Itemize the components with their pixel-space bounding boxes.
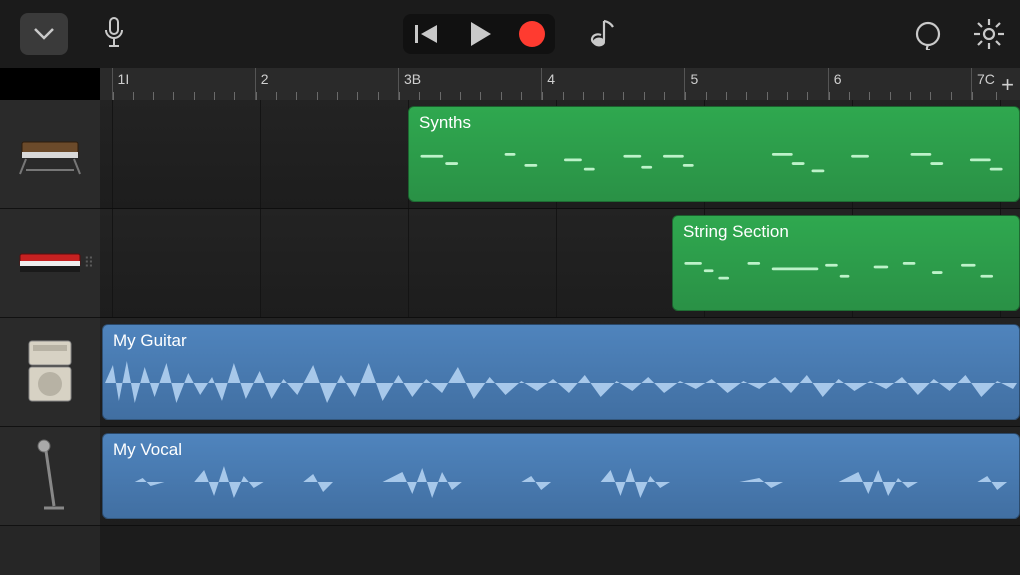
midi-notes-preview bbox=[681, 256, 1011, 302]
track-lane[interactable]: Synths bbox=[100, 100, 1020, 209]
waveform-preview bbox=[105, 353, 1017, 413]
track-header-vocal[interactable] bbox=[0, 427, 100, 526]
region-title: String Section bbox=[683, 222, 1009, 242]
track-lane[interactable]: My Vocal bbox=[100, 427, 1020, 526]
audio-region-vocal[interactable]: My Vocal bbox=[102, 433, 1020, 519]
track-header-synths[interactable] bbox=[0, 100, 100, 209]
ruler-marker: 5 bbox=[690, 71, 698, 87]
midi-region-strings[interactable]: String Section bbox=[672, 215, 1020, 311]
ruler-marker: 1I bbox=[118, 71, 130, 87]
note-icon[interactable] bbox=[589, 17, 617, 51]
ruler-marker: 2 bbox=[261, 71, 269, 87]
guitar-amp-icon bbox=[23, 337, 77, 407]
track-lanes: Synths String Section bbox=[100, 100, 1020, 575]
add-track-button[interactable]: + bbox=[1001, 72, 1014, 98]
timeline-ruler[interactable]: 1I 2 3B 4 5 6 7C + bbox=[100, 68, 1020, 101]
rewind-icon[interactable] bbox=[413, 22, 441, 46]
loop-icon[interactable] bbox=[912, 18, 944, 50]
ruler-marker: 6 bbox=[834, 71, 842, 87]
record-icon bbox=[519, 21, 545, 47]
toolbar-right bbox=[912, 17, 1006, 51]
track-lane[interactable]: String Section bbox=[100, 209, 1020, 318]
midi-notes-preview bbox=[417, 147, 1011, 193]
track-header-strings[interactable]: ⠿ bbox=[0, 209, 100, 318]
view-menu-button[interactable] bbox=[20, 13, 68, 55]
track-header-list: ⠿ bbox=[0, 100, 100, 575]
red-keyboard-icon bbox=[16, 248, 84, 278]
track-lane[interactable]: My Guitar bbox=[100, 318, 1020, 427]
microphone-icon[interactable] bbox=[102, 16, 126, 52]
resize-grip-icon[interactable]: ⠿ bbox=[84, 255, 96, 272]
region-title: My Guitar bbox=[113, 331, 1009, 351]
transport-controls bbox=[403, 14, 617, 54]
top-toolbar bbox=[0, 0, 1020, 68]
record-button[interactable] bbox=[519, 21, 545, 47]
transport-background bbox=[403, 14, 555, 54]
ruler-marker: 7C bbox=[977, 71, 995, 87]
microphone-stand-icon bbox=[30, 436, 70, 516]
synth-keyboard-icon bbox=[16, 132, 84, 176]
chevron-down-icon bbox=[33, 27, 55, 41]
toolbar-left bbox=[20, 13, 126, 55]
ruler-marker: 3B bbox=[404, 71, 421, 87]
region-title: Synths bbox=[419, 113, 1009, 133]
settings-icon[interactable] bbox=[972, 17, 1006, 51]
audio-region-guitar[interactable]: My Guitar bbox=[102, 324, 1020, 420]
waveform-preview bbox=[105, 452, 1017, 512]
midi-region-synths[interactable]: Synths bbox=[408, 106, 1020, 202]
play-icon[interactable] bbox=[467, 20, 493, 48]
track-header-guitar[interactable] bbox=[0, 318, 100, 427]
ruler-marker: 4 bbox=[547, 71, 555, 87]
